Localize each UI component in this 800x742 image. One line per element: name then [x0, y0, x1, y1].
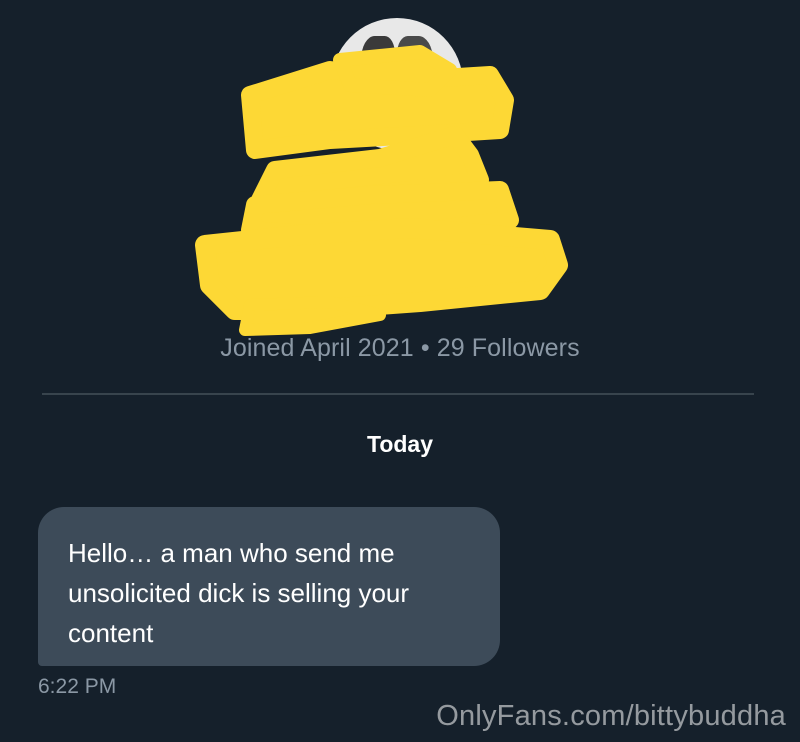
divider	[42, 393, 754, 395]
date-separator: Today	[366, 431, 434, 457]
message-text: Hello… a man who send me unsolicited dic…	[68, 538, 410, 648]
redaction-scribble	[195, 45, 568, 336]
message-timestamp: 6:22 PM	[38, 675, 117, 698]
profile-meta: Joined April 2021 • 29 Followers	[220, 334, 580, 362]
watermark: OnlyFans.com/bittybuddha	[436, 700, 786, 732]
message-bubble[interactable]: Hello… a man who send me unsolicited dic…	[38, 507, 500, 666]
